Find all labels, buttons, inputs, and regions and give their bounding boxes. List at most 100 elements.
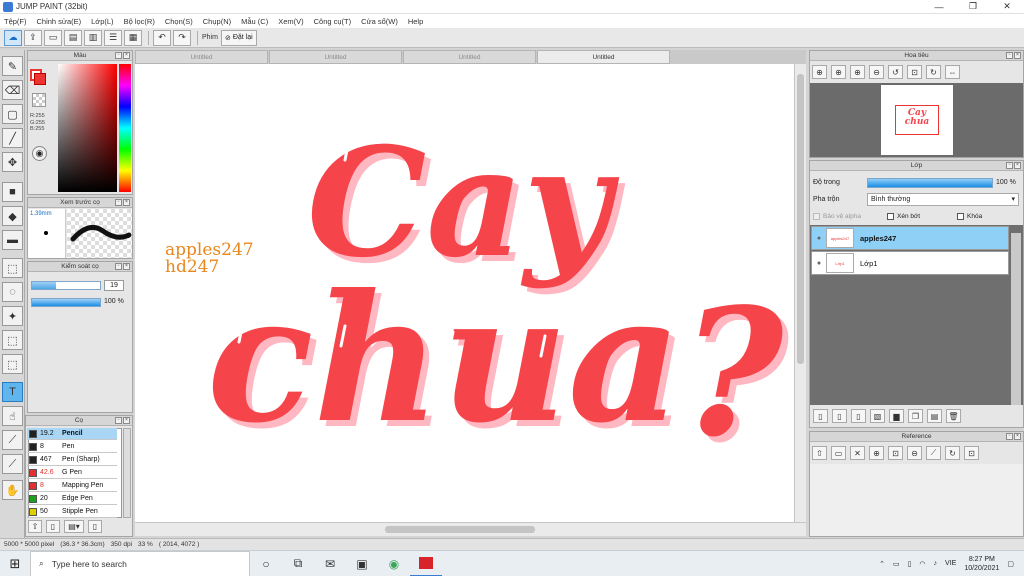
brush-size-field[interactable]: 19	[104, 280, 124, 291]
brush-item[interactable]: 8 Pen	[27, 441, 117, 453]
lock-checkbox[interactable]	[957, 213, 964, 220]
rotate-right-icon[interactable]: ↻	[926, 65, 941, 79]
brush-new-icon[interactable]: ▯	[46, 520, 60, 533]
panel-pin-icon[interactable]: ▫	[115, 263, 122, 270]
drawing-canvas[interactable]: apples247 hd247 Cay Cay chua chua ? ?	[135, 64, 794, 522]
lasso-icon[interactable]: ◌	[2, 282, 23, 302]
merge-icon[interactable]: ▤	[927, 409, 942, 423]
menu-window[interactable]: Cửa sổ(W)	[361, 17, 398, 26]
comment-icon[interactable]: ▤	[64, 29, 82, 46]
taskbar-search[interactable]: ⌕ Type here to search	[30, 550, 250, 576]
brush-item[interactable]: 50 Stipple Pen	[27, 506, 117, 518]
brush-item[interactable]: 8 Mapping Pen	[27, 480, 117, 492]
gradient-icon[interactable]: ▬	[2, 230, 23, 250]
rotate-left-icon[interactable]: ↺	[888, 65, 903, 79]
ref-expand-icon[interactable]: ⊡	[964, 446, 979, 460]
saturation-value-picker[interactable]	[58, 64, 117, 192]
layer-row[interactable]: ● Lớp1 Lớp1	[811, 251, 1009, 275]
jump-paint-taskbar-icon[interactable]	[410, 551, 442, 576]
clock[interactable]: 8:27 PM 10/20/2021	[964, 555, 999, 573]
new-layer-icon[interactable]: ▯	[813, 409, 828, 423]
menu-help[interactable]: Help	[408, 17, 423, 26]
tab-untitled-1[interactable]: Untitled	[135, 50, 268, 64]
cortana-icon[interactable]: ○	[250, 551, 282, 576]
text-icon[interactable]: T	[2, 382, 23, 402]
layer-list-scrollbar[interactable]	[1011, 233, 1021, 405]
trash-icon[interactable]: 🗑	[946, 409, 961, 423]
folder-icon[interactable]: ▆	[889, 409, 904, 423]
share-icon[interactable]: ⇪	[24, 29, 42, 46]
visibility-icon[interactable]: ●	[812, 252, 826, 274]
foreground-color-swatch[interactable]	[34, 73, 46, 85]
select-pen-icon[interactable]: ⬚	[2, 330, 23, 350]
palette-icon[interactable]: ◉	[32, 146, 47, 161]
shape-icon[interactable]: ■	[2, 182, 23, 202]
tab-untitled-4[interactable]: Untitled	[537, 50, 670, 64]
tone-layer-icon[interactable]: ▧	[870, 409, 885, 423]
ref-zoom-in-icon[interactable]: ⊕	[869, 446, 884, 460]
panel-close-icon[interactable]: ×	[123, 199, 130, 206]
protect-alpha-checkbox[interactable]	[813, 213, 820, 220]
brush-list-scrollbar[interactable]	[123, 428, 131, 518]
ref-eyedropper-icon[interactable]: ⟋	[926, 446, 941, 460]
store-icon[interactable]: ▣	[346, 551, 378, 576]
close-button[interactable]: ✕	[990, 0, 1024, 14]
pipette-icon[interactable]: ⟋	[2, 454, 23, 474]
ref-open-icon[interactable]: ▭	[831, 446, 846, 460]
wand-icon[interactable]: ✦	[2, 306, 23, 326]
hue-slider[interactable]	[119, 64, 131, 192]
new-layer-1bit-icon[interactable]: ▯	[851, 409, 866, 423]
panel-pin-icon[interactable]: ▫	[1006, 52, 1013, 59]
ref-zoom-out-icon[interactable]: ⊖	[907, 446, 922, 460]
menu-edit[interactable]: Chỉnh sửa(E)	[37, 17, 82, 26]
panel-close-icon[interactable]: ×	[123, 417, 130, 424]
ref-fit-icon[interactable]: ⊡	[888, 446, 903, 460]
hand-icon[interactable]: ✋	[2, 480, 23, 500]
windows-start-icon[interactable]: ⊞	[0, 551, 30, 576]
move-icon[interactable]: ✥	[2, 152, 23, 172]
panel-close-icon[interactable]: ×	[1014, 162, 1021, 169]
tab-untitled-2[interactable]: Untitled	[269, 50, 402, 64]
menu-file[interactable]: Tệp(F)	[4, 17, 27, 26]
brush-menu-icon[interactable]: ▤▾	[64, 520, 84, 533]
panel-close-icon[interactable]: ×	[1014, 433, 1021, 440]
menu-select[interactable]: Chọn(S)	[165, 17, 193, 26]
menu-filter[interactable]: Bộ lọc(R)	[124, 17, 155, 26]
select-eraser-icon[interactable]: ⬚	[2, 354, 23, 374]
brush-icon[interactable]: ✎	[2, 56, 23, 76]
navigator-viewport[interactable]: Cay chua	[810, 83, 1023, 157]
fit-icon[interactable]: ⊡	[907, 65, 922, 79]
visibility-icon[interactable]: ●	[812, 227, 826, 249]
panel-pin-icon[interactable]: ▫	[115, 52, 122, 59]
notification-icon[interactable]: ▢	[1007, 560, 1014, 568]
menu-view[interactable]: Xem(V)	[278, 17, 303, 26]
ref-rotate-icon[interactable]: ↻	[945, 446, 960, 460]
page-icon[interactable]: ▥	[84, 29, 102, 46]
reference-viewport[interactable]	[810, 464, 1023, 536]
brush-item[interactable]: 20 Edge Pen	[27, 493, 117, 505]
zoom-in-2-icon[interactable]: ⊕	[831, 65, 846, 79]
brush-copy-icon[interactable]: ▯	[88, 520, 102, 533]
duplicate-icon[interactable]: ❐	[908, 409, 923, 423]
brush-item[interactable]: 19.2 Pencil	[27, 428, 117, 440]
protect-alpha-option[interactable]: Bảo vệ alpha	[813, 213, 861, 220]
canvas-horizontal-scrollbar[interactable]	[135, 522, 806, 536]
panel-pin-icon[interactable]: ▫	[1006, 162, 1013, 169]
panel-pin-icon[interactable]: ▫	[115, 199, 122, 206]
eyedropper-icon[interactable]: ⟋	[2, 430, 23, 450]
mail-icon[interactable]: ✉	[314, 551, 346, 576]
panel-close-icon[interactable]: ×	[1014, 52, 1021, 59]
layer-opacity-slider[interactable]	[867, 178, 993, 188]
task-view-icon[interactable]: ⧉	[282, 551, 314, 576]
blend-mode-select[interactable]: Bình thường ▾	[867, 193, 1019, 206]
flip-icon[interactable]: ⇔	[945, 65, 960, 79]
minimize-button[interactable]: —	[922, 0, 956, 14]
network-icon[interactable]: ▭	[893, 560, 900, 568]
maximize-button[interactable]: ❐	[956, 0, 990, 14]
panel-pin-icon[interactable]: ▫	[115, 417, 122, 424]
select-rect-icon[interactable]: ⬚	[2, 258, 23, 278]
grid-icon[interactable]: ▦	[124, 29, 142, 46]
panel-close-icon[interactable]: ×	[123, 52, 130, 59]
menu-layer[interactable]: Lớp(L)	[91, 17, 113, 26]
redo-icon[interactable]: ↷	[173, 29, 191, 46]
